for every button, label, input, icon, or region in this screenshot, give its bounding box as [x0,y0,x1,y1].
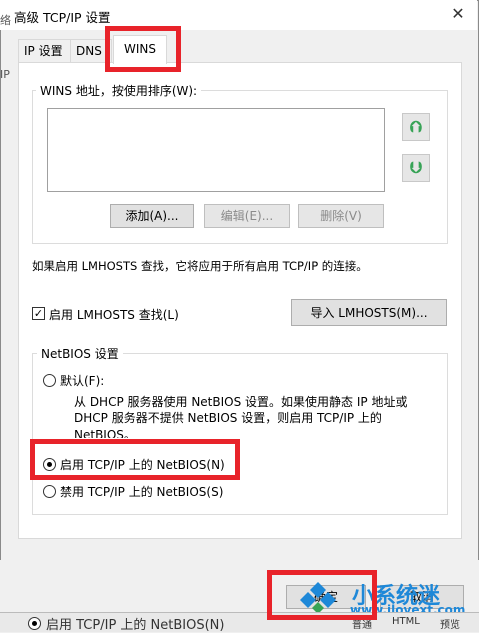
background-tab: HTML [392,616,420,627]
import-lmhosts-button[interactable]: 导入 LMHOSTS(M)... [291,299,447,326]
background-tab: 预览 [440,620,460,631]
wins-group-title: WINS 地址，按使用排序(W): [36,82,202,99]
edit-button[interactable]: 编辑(E)... [204,204,290,228]
close-icon[interactable]: ✕ [446,2,470,26]
netbios-default-description-line: NetBIOS。 [74,428,136,438]
lmhosts-checkbox-label[interactable]: 启用 LMHOSTS 查找(L) [49,306,179,323]
lmhosts-info-text: 如果启用 LMHOSTS 查找，它将应用于所有启用 TCP/IP 的连接。 [32,259,368,273]
netbios-default-radio[interactable] [43,374,56,387]
remove-button[interactable]: 删除(V) [298,204,384,228]
move-up-icon[interactable]: ⮉ [402,113,430,141]
wins-address-list[interactable] [47,108,385,192]
netbios-disable-label[interactable]: 禁用 TCP/IP 上的 NetBIOS(S) [60,483,223,500]
background-text: IP [0,68,10,81]
netbios-default-description-line: 从 DHCP 服务器使用 NetBIOS 设置。如果使用静态 IP 地址或 [74,395,408,409]
background-under-text: 启用 TCP/IP 上的 NetBIOS(N) [46,618,225,633]
add-button[interactable]: 添加(A)... [110,204,194,228]
netbios-default-description-line: DHCP 服务器不提供 NetBIOS 设置，则启用 TCP/IP 上的 [74,411,382,425]
move-down-icon[interactable]: ⮋ [402,154,430,182]
highlight-box-ok-button [267,570,377,620]
background-text: 络 [0,14,11,27]
window-title: 高级 TCP/IP 设置 [14,10,111,25]
netbios-default-label[interactable]: 默认(F): [60,372,104,389]
netbios-group-title: NetBIOS 设置 [37,345,123,362]
background-radio [28,617,41,630]
lmhosts-checkbox[interactable]: ✓ [32,307,45,320]
highlight-box-netbios-enable [30,439,240,480]
netbios-disable-radio[interactable] [43,485,56,498]
highlight-box-wins-tab [105,26,181,72]
tab-ip-settings[interactable]: IP 设置 [18,39,74,62]
